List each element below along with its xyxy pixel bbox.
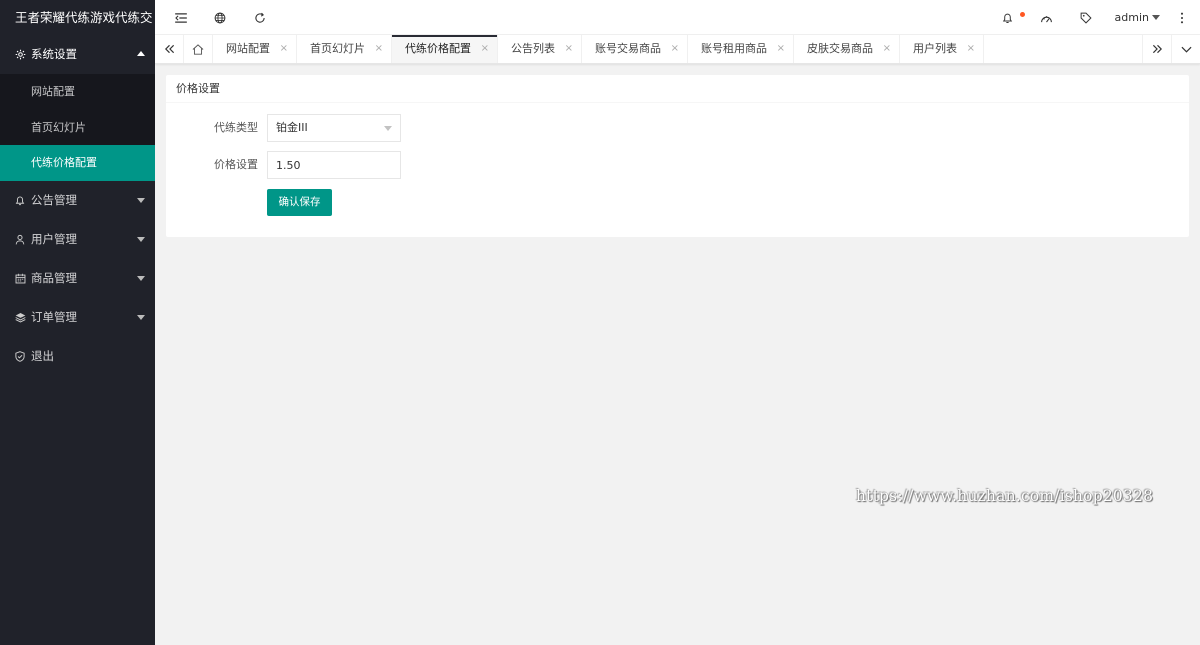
sidebar: 王者荣耀代练游戏代练交 系统设置 网站配置 首页幻灯片 代练价格配置 公告管理 …: [0, 0, 155, 645]
sidebar-item-label: 退出: [31, 348, 54, 363]
close-icon[interactable]: ×: [375, 35, 383, 63]
tab-label: 皮肤交易商品: [807, 42, 873, 55]
tab-list: 网站配置 × 首页幻灯片 × 代练价格配置 × 公告列表 × 账号交易商品 × 账号租用商…: [213, 35, 984, 63]
menu-collapse-icon[interactable]: [166, 0, 196, 35]
caret-down-icon: [137, 314, 145, 320]
caret-up-icon: [137, 51, 145, 56]
tab-label: 用户列表: [913, 42, 957, 55]
tab-label: 代练价格配置: [405, 42, 471, 55]
username: admin: [1114, 11, 1149, 24]
sidebar-subitem-site-config[interactable]: 网站配置: [0, 74, 155, 110]
caret-down-icon: [137, 275, 145, 281]
sidebar-item-products[interactable]: 商品管理: [0, 259, 155, 298]
close-icon[interactable]: ×: [883, 35, 891, 63]
refresh-icon[interactable]: [245, 0, 275, 35]
home-tab-icon[interactable]: [184, 35, 213, 63]
tab-site-config[interactable]: 网站配置 ×: [213, 35, 297, 63]
tabs-dropdown-icon[interactable]: [1171, 35, 1200, 63]
form-row-price: 价格设置: [166, 151, 466, 179]
price-label: 价格设置: [214, 158, 258, 171]
sidebar-item-label: 用户管理: [31, 231, 77, 246]
close-icon[interactable]: ×: [671, 35, 679, 63]
select-value: 铂金III: [276, 121, 308, 134]
app-logo-title[interactable]: 王者荣耀代练游戏代练交: [0, 0, 155, 35]
tab-home-slides[interactable]: 首页幻灯片 ×: [297, 35, 392, 63]
sidebar-item-announcements[interactable]: 公告管理: [0, 181, 155, 220]
tab-user-list[interactable]: 用户列表 ×: [900, 35, 984, 63]
caret-down-icon: [384, 126, 392, 131]
tab-skin-trade[interactable]: 皮肤交易商品 ×: [794, 35, 900, 63]
user-icon: [14, 220, 26, 259]
close-icon[interactable]: ×: [280, 35, 288, 63]
calendar-icon: [14, 259, 26, 298]
tab-label: 公告列表: [511, 42, 555, 55]
sidebar-subitem-home-slides[interactable]: 首页幻灯片: [0, 110, 155, 146]
sidebar-item-system-settings[interactable]: 系统设置: [0, 35, 155, 74]
sidebar-item-label: 订单管理: [31, 309, 77, 324]
globe-icon[interactable]: [205, 0, 235, 35]
sidebar-item-orders[interactable]: 订单管理: [0, 298, 155, 337]
type-label: 代练类型: [214, 121, 258, 134]
close-icon[interactable]: ×: [967, 35, 975, 63]
close-icon[interactable]: ×: [565, 35, 573, 63]
caret-down-icon: [1152, 15, 1160, 20]
tab-label: 账号交易商品: [595, 42, 661, 55]
shield-icon: [14, 337, 26, 376]
sidebar-item-label: 商品管理: [31, 270, 77, 285]
sidebar-submenu: 网站配置 首页幻灯片 代练价格配置: [0, 74, 155, 181]
caret-down-icon: [137, 236, 145, 242]
tab-announcement-list[interactable]: 公告列表 ×: [498, 35, 582, 63]
sidebar-item-label: 系统设置: [31, 47, 77, 61]
tag-icon[interactable]: [1071, 0, 1101, 35]
layers-icon: [14, 298, 26, 337]
sidebar-subitem-price-config[interactable]: 代练价格配置: [0, 145, 155, 181]
user-menu[interactable]: admin: [1115, 0, 1160, 35]
tab-label: 首页幻灯片: [310, 42, 365, 55]
save-button[interactable]: 确认保存: [267, 189, 332, 216]
boost-type-select[interactable]: 铂金III: [267, 114, 401, 142]
tabs-scroll-left-icon[interactable]: [155, 35, 184, 63]
tab-account-trade[interactable]: 账号交易商品 ×: [582, 35, 688, 63]
tab-label: 网站配置: [226, 42, 270, 55]
tab-account-rental[interactable]: 账号租用商品 ×: [688, 35, 794, 63]
bell-icon: [14, 181, 26, 220]
sidebar-item-label: 公告管理: [31, 192, 77, 207]
sidebar-item-logout[interactable]: 退出: [0, 337, 155, 376]
card-title: 价格设置: [166, 75, 1189, 103]
price-settings-card: 价格设置 代练类型 铂金III 价格设置 确认保存: [166, 75, 1189, 237]
close-icon[interactable]: ×: [481, 35, 489, 63]
price-input[interactable]: [267, 151, 401, 179]
tab-price-config[interactable]: 代练价格配置 ×: [392, 35, 498, 63]
gear-icon: [14, 35, 26, 74]
caret-down-icon: [137, 197, 145, 203]
tab-bar: 网站配置 × 首页幻灯片 × 代练价格配置 × 公告列表 × 账号交易商品 × 账号租用商…: [155, 35, 1200, 64]
theme-icon[interactable]: [1031, 0, 1061, 35]
notification-dot: [1020, 12, 1025, 17]
form-row-type: 代练类型 铂金III: [166, 114, 466, 142]
watermark-text: https://www.huzhan.com/ishop20328: [856, 487, 1154, 505]
notification-bell-icon[interactable]: [992, 0, 1022, 35]
more-icon[interactable]: [1167, 0, 1197, 35]
top-header: admin: [155, 0, 1200, 35]
tabs-scroll-right-icon[interactable]: [1142, 35, 1171, 63]
sidebar-item-users[interactable]: 用户管理: [0, 220, 155, 259]
close-icon[interactable]: ×: [777, 35, 785, 63]
tab-label: 账号租用商品: [701, 42, 767, 55]
